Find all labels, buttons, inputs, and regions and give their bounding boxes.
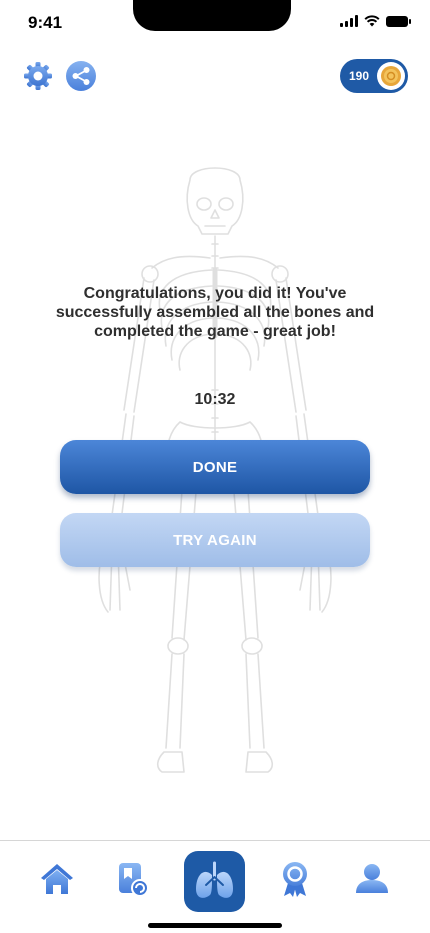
nav-achievements[interactable] xyxy=(273,857,317,901)
device-notch xyxy=(133,0,291,31)
coin-count: 190 xyxy=(349,69,370,83)
completion-message: Congratulations, you did it! You've succ… xyxy=(55,285,375,340)
settings-button[interactable] xyxy=(23,61,53,91)
lungs-icon xyxy=(196,861,233,898)
home-indicator xyxy=(148,923,282,928)
system-icons xyxy=(340,15,411,27)
share-icon xyxy=(66,61,96,91)
completion-time: 10:32 xyxy=(194,391,236,408)
bottom-navigation xyxy=(0,840,430,933)
nav-study-cards[interactable] xyxy=(110,857,154,901)
nav-profile[interactable] xyxy=(350,857,394,901)
done-button[interactable]: DONE xyxy=(60,440,370,494)
home-icon xyxy=(41,864,73,894)
study-cards-icon xyxy=(119,863,149,897)
profile-icon xyxy=(356,864,388,893)
gear-icon xyxy=(24,62,52,90)
coin-icon xyxy=(377,62,405,90)
status-bar: 9:41 xyxy=(0,0,430,48)
nav-home[interactable] xyxy=(35,857,79,901)
battery-icon xyxy=(386,15,411,27)
status-time: 9:41 xyxy=(28,13,63,32)
nav-lungs-game[interactable] xyxy=(184,851,245,912)
award-icon xyxy=(283,862,307,897)
wifi-icon xyxy=(364,15,380,27)
cellular-signal-icon xyxy=(340,15,358,27)
share-button[interactable] xyxy=(66,61,96,91)
coin-balance[interactable]: 190 xyxy=(340,59,408,93)
try-again-button[interactable]: TRY AGAIN xyxy=(60,513,370,567)
